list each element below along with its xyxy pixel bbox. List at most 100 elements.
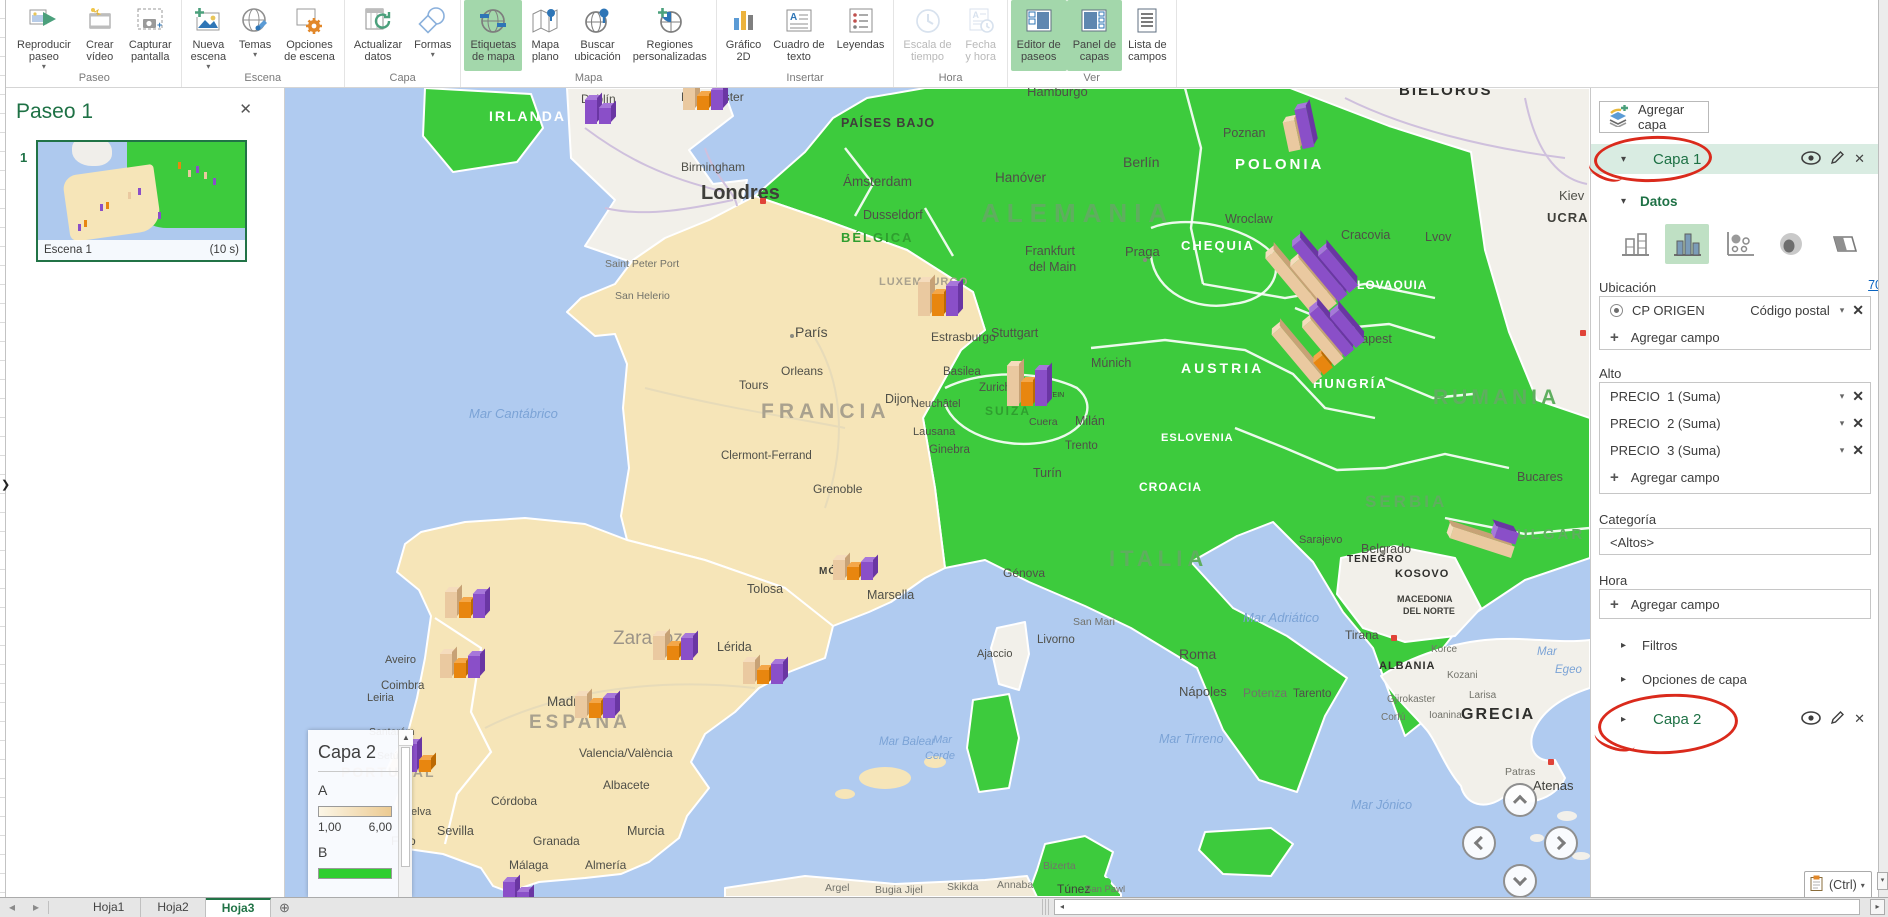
alto-add-field-row[interactable]: + Agregar campo — [1600, 464, 1870, 491]
data-bar-orange[interactable] — [756, 662, 774, 684]
scene-thumbnail[interactable]: Escena 1 (10 s) — [36, 140, 247, 262]
ribbon-button-new-scene[interactable]: Nueva escena ▾ — [185, 0, 232, 71]
legend-scrollbar[interactable]: ▲ — [398, 730, 413, 897]
ribbon-button-shapes[interactable]: Formas ▾ — [408, 0, 457, 71]
data-bar-purple[interactable] — [602, 690, 620, 718]
region-icon[interactable] — [1821, 224, 1865, 264]
ribbon-button-map-labels[interactable]: Etiquetas de mapa — [464, 0, 523, 71]
data-bar-purple[interactable] — [598, 100, 616, 124]
ribbon-button-field-list[interactable]: Lista de campos — [1122, 0, 1173, 71]
data-bar-purple[interactable] — [1034, 362, 1052, 406]
data-bar-tan[interactable] — [917, 274, 935, 316]
data-bar-orange[interactable] — [666, 638, 684, 660]
data-bar-purple[interactable] — [770, 656, 788, 684]
data-bar-orange[interactable] — [846, 559, 864, 580]
ribbon-button-layers-pane[interactable]: Panel de capas — [1066, 0, 1123, 71]
data-bar-cluster[interactable] — [574, 688, 620, 718]
radio-icon[interactable] — [1610, 304, 1623, 317]
add-layer-button[interactable]: Agregar capa — [1599, 101, 1709, 133]
data-bar-tan[interactable] — [574, 688, 592, 718]
data-bar-tan[interactable] — [1006, 358, 1024, 406]
remove-field-icon[interactable]: ✕ — [1852, 388, 1864, 405]
data-bar-purple[interactable] — [945, 278, 963, 316]
layer2-header[interactable]: ▸ Capa 2 ✕ — [1591, 704, 1878, 734]
data-bar-purple[interactable] — [472, 586, 490, 618]
data-bar-tan[interactable] — [832, 552, 850, 580]
data-bar-cluster[interactable] — [832, 552, 878, 580]
data-bar-purple[interactable] — [710, 88, 728, 110]
data-bar-cluster[interactable] — [917, 274, 963, 316]
data-bar-cluster[interactable] — [742, 654, 788, 684]
data-bar-orange[interactable] — [458, 594, 476, 618]
data-bar-cluster[interactable] — [584, 92, 616, 124]
horizontal-scrollbar[interactable]: ◂ — [1054, 899, 1860, 915]
categoria-box[interactable]: <Altos> — [1599, 528, 1871, 555]
data-bar-purple[interactable] — [502, 874, 520, 897]
sheet-tab-hoja3[interactable]: Hoja3 — [205, 898, 272, 917]
pan-up-button[interactable] — [1503, 783, 1537, 817]
data-bar-orange[interactable] — [931, 286, 949, 316]
ribbon-button-screen-capture[interactable]: + Capturar pantalla — [123, 0, 178, 71]
chevron-down-icon[interactable]: ▾ — [1840, 305, 1845, 316]
data-bar-orange[interactable] — [696, 88, 714, 110]
data-bar-orange[interactable] — [418, 752, 436, 772]
data-bar-purple[interactable] — [584, 92, 602, 124]
add-sheet-button[interactable]: ⊕ — [271, 898, 297, 917]
heatmap-icon[interactable] — [1769, 224, 1813, 264]
datos-section-header[interactable]: ▾ Datos — [1621, 194, 1678, 209]
data-bar-purple[interactable] — [467, 648, 485, 678]
chevron-down-icon[interactable]: ▾ — [1621, 196, 1626, 207]
geocoding-confidence-link[interactable]: 70 — [1868, 278, 1878, 292]
alto-field-row[interactable]: PRECIO 3 (Suma) ▾ ✕ — [1600, 437, 1870, 464]
rename-pencil-icon[interactable] — [1830, 710, 1845, 728]
pan-left-button[interactable] — [1462, 826, 1496, 860]
remove-field-icon[interactable]: ✕ — [1852, 442, 1864, 459]
ribbon-button-tour-editor[interactable]: Editor de paseos — [1010, 0, 1067, 71]
sheet-tab-hoja1[interactable]: Hoja1 — [77, 898, 142, 917]
data-bar-orange[interactable] — [453, 655, 471, 678]
sheet-nav-right-icon[interactable]: ▸ — [24, 898, 48, 917]
alto-field-row[interactable]: PRECIO 1 (Suma) ▾ ✕ — [1600, 383, 1870, 410]
data-bar-tan[interactable] — [652, 628, 670, 660]
opciones-capa-section[interactable]: ▸ Opciones de capa — [1621, 672, 1747, 687]
data-bar-cluster[interactable] — [444, 584, 490, 618]
visibility-eye-icon[interactable] — [1801, 150, 1821, 168]
data-bar-orange[interactable] — [1020, 374, 1038, 406]
ribbon-button-create-video[interactable]: Crear vídeo — [77, 0, 123, 71]
tab-scrollbar-splitter[interactable] — [1042, 899, 1050, 915]
alto-field-row[interactable]: PRECIO 2 (Suma) ▾ ✕ — [1600, 410, 1870, 437]
chevron-down-icon[interactable]: ▾ — [1840, 418, 1845, 429]
sheet-tab-hoja2[interactable]: Hoja2 — [141, 898, 206, 917]
clustered-column-icon[interactable] — [1665, 224, 1709, 264]
data-bar-tan[interactable] — [439, 646, 457, 678]
remove-field-icon[interactable]: ✕ — [1852, 302, 1864, 319]
ribbon-button-flat-map[interactable]: Mapa plano — [522, 0, 568, 71]
legend-scroll-thumb[interactable] — [401, 747, 410, 867]
sheet-nav-left-icon[interactable]: ◂ — [0, 898, 24, 917]
ubicacion-field-type[interactable]: Código postal — [1750, 303, 1830, 318]
chevron-down-icon[interactable]: ▾ — [1840, 445, 1845, 456]
rename-pencil-icon[interactable] — [1830, 150, 1845, 168]
ubicacion-field-row[interactable]: CP ORIGEN Código postal ▾ ✕ — [1600, 297, 1870, 324]
scroll-down-icon[interactable]: ▾ — [1877, 872, 1888, 890]
ribbon-button-chart-2d[interactable]: Gráfico 2D — [720, 0, 767, 71]
delete-layer-icon[interactable]: ✕ — [1854, 151, 1865, 167]
filtros-section[interactable]: ▸ Filtros — [1621, 638, 1677, 653]
ribbon-button-scene-options[interactable]: Opciones de escena — [278, 0, 341, 71]
ribbon-button-legends[interactable]: Leyendas — [831, 0, 891, 71]
hora-box[interactable]: + Agregar campo — [1599, 589, 1871, 619]
ribbon-button-play-tour[interactable]: Reproducir paseo ▾ — [11, 0, 77, 71]
stacked-column-icon[interactable] — [1613, 224, 1657, 264]
data-bar-cluster[interactable] — [652, 628, 698, 660]
data-bar-cluster[interactable] — [502, 874, 534, 897]
pan-right-button[interactable] — [1544, 826, 1578, 860]
legend-scroll-up-icon[interactable]: ▲ — [399, 730, 413, 746]
close-icon[interactable]: ✕ — [239, 100, 252, 118]
data-bar-tan[interactable] — [683, 88, 700, 110]
data-bar-orange[interactable] — [588, 695, 606, 718]
layer1-header[interactable]: ▾ Capa 1 ✕ — [1591, 144, 1878, 174]
data-bar-cluster[interactable] — [683, 88, 728, 110]
layer2-legend[interactable]: Capa 2 A 1,00 6,00 B ▲ — [308, 730, 413, 897]
data-bar-cluster[interactable] — [1006, 358, 1052, 406]
ubicacion-add-field-row[interactable]: + Agregar campo — [1600, 324, 1870, 351]
